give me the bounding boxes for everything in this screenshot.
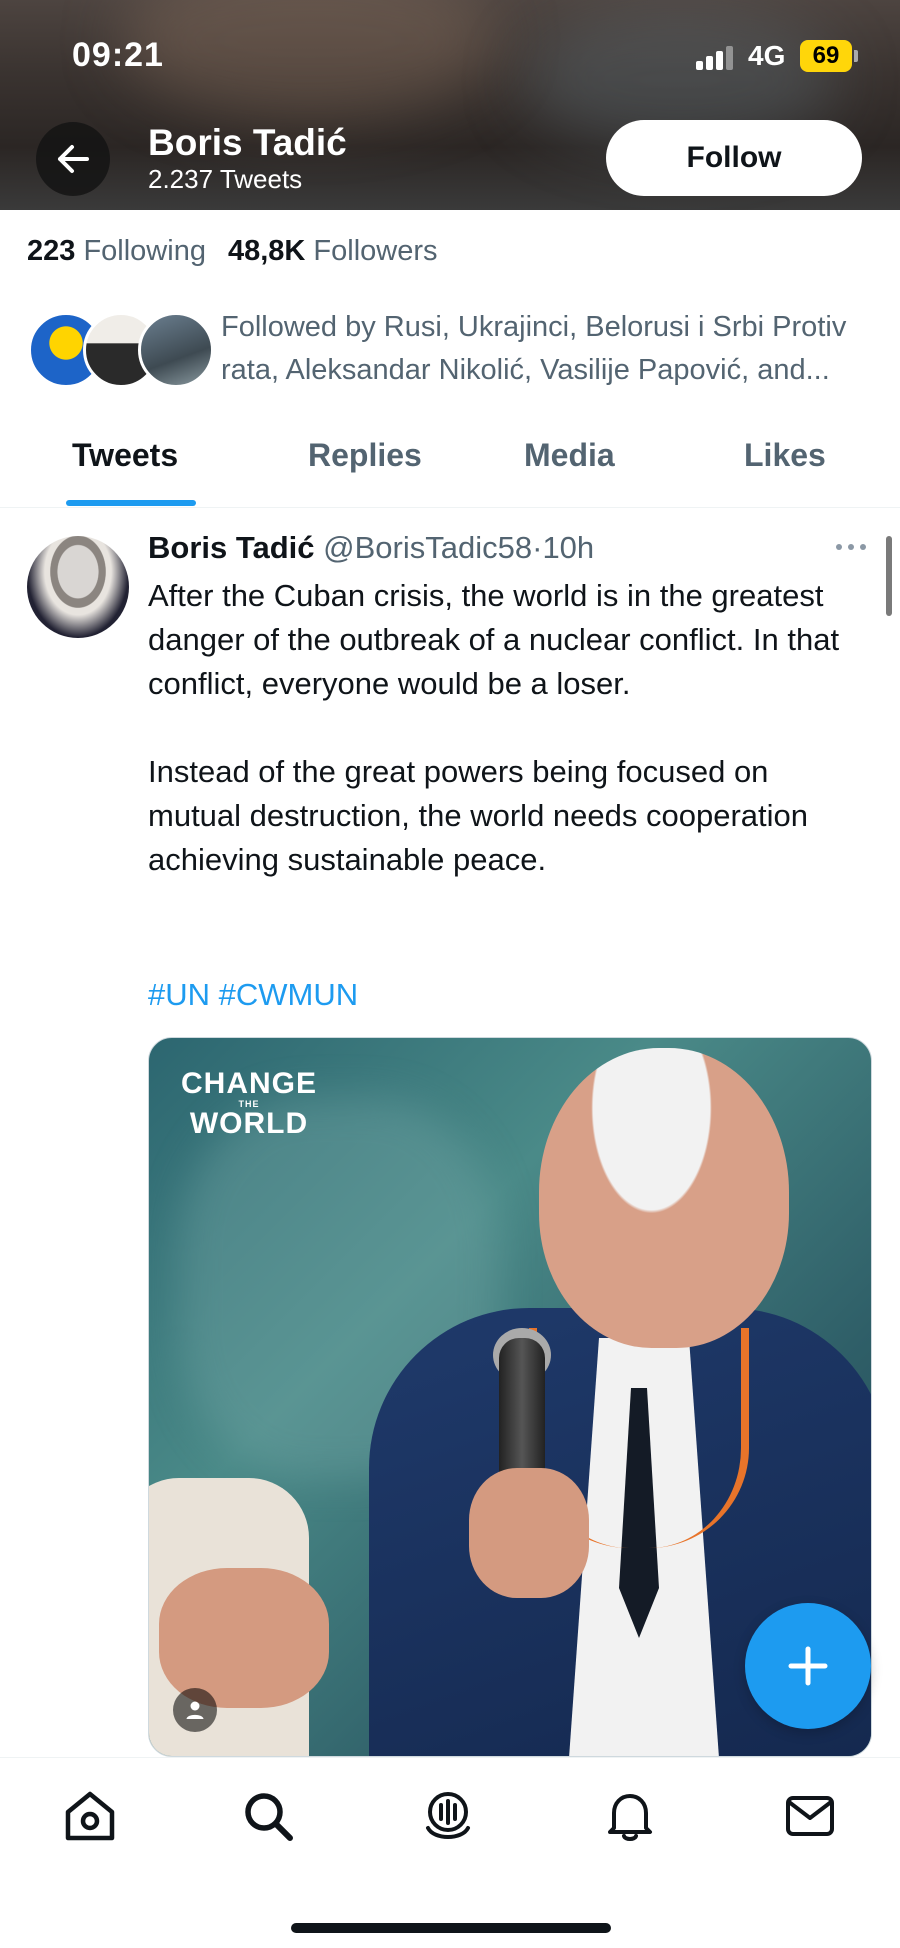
tweet-paragraph: Instead of the great powers being focuse…: [148, 754, 809, 877]
home-icon[interactable]: [62, 1788, 118, 1844]
avatar: [138, 312, 214, 388]
header-banner-blur: [120, 0, 500, 120]
tweet-count: 2.237 Tweets: [148, 164, 303, 194]
microphone-body: [499, 1338, 545, 1488]
media-hand: [469, 1468, 589, 1598]
followers-count: 48,8K: [227, 235, 306, 267]
profile-tabs: Tweets Replies Media Likes: [0, 420, 900, 508]
followers-label: Followers: [313, 235, 438, 267]
tweet-paragraph: After the Cuban crisis, the world is in …: [148, 578, 840, 701]
person-icon: [186, 1701, 204, 1719]
tab-replies[interactable]: Replies: [308, 437, 422, 474]
following-count: 223: [27, 235, 76, 267]
profile-name: Boris Tadić: [148, 122, 347, 163]
media-head: [539, 1048, 789, 1348]
tweet-time[interactable]: 10h: [542, 530, 594, 565]
tab-tweets[interactable]: Tweets: [72, 437, 178, 474]
logo-line: WORLD: [189, 1107, 309, 1140]
network-type: 4G: [748, 40, 786, 71]
search-icon[interactable]: [240, 1788, 296, 1844]
tweet-author-avatar[interactable]: [27, 536, 129, 638]
following-link[interactable]: 223 Following: [27, 235, 206, 267]
spaces-icon[interactable]: [420, 1788, 476, 1844]
battery-icon: 69: [800, 40, 852, 72]
compose-tweet-button[interactable]: [745, 1603, 871, 1729]
plus-icon: [788, 1646, 828, 1686]
followed-by-avatars[interactable]: [28, 312, 214, 392]
tweet-handle[interactable]: @BorisTadic58: [323, 530, 532, 565]
active-tab-indicator: [66, 500, 196, 506]
arrow-left-icon: [58, 145, 89, 173]
tweet-text: After the Cuban crisis, the world is in …: [148, 574, 868, 926]
scrollbar[interactable]: [886, 536, 892, 616]
back-button[interactable]: [36, 122, 110, 196]
status-time: 09:21: [72, 36, 164, 74]
tweet-separator: ·: [532, 530, 543, 565]
followed-by-text[interactable]: Followed by Rusi, Ukrajinci, Belorusi i …: [221, 306, 891, 392]
tweet-author-name[interactable]: Boris Tadić: [148, 530, 315, 565]
battery-tip: [854, 50, 858, 62]
bottom-navigation: [0, 1757, 900, 1948]
media-hand: [159, 1568, 329, 1708]
follow-stats: 223 Following 48,8K Followers: [27, 235, 438, 268]
tweet-header: Boris Tadić @BorisTadic58·10h: [148, 530, 594, 566]
following-label: Following: [83, 235, 206, 267]
profile-header: 09:21 4G 69 Boris Tadić 2.237 Tweets Fol…: [0, 0, 900, 210]
notifications-icon[interactable]: [602, 1788, 658, 1844]
more-options-icon[interactable]: [836, 540, 870, 554]
tab-media[interactable]: Media: [524, 437, 615, 474]
follow-button[interactable]: Follow: [606, 120, 862, 196]
followers-link[interactable]: 48,8K Followers: [228, 235, 438, 267]
messages-icon[interactable]: [782, 1788, 838, 1844]
change-the-world-logo: CHANGE THE WORLD: [181, 1068, 317, 1140]
tagged-people-icon[interactable]: [173, 1688, 217, 1732]
signal-icon: [696, 44, 736, 70]
tweet-hashtags[interactable]: #UN #CWMUN: [148, 977, 358, 1013]
home-indicator[interactable]: [291, 1923, 611, 1933]
tab-likes[interactable]: Likes: [744, 437, 826, 474]
logo-line: CHANGE: [181, 1067, 318, 1100]
